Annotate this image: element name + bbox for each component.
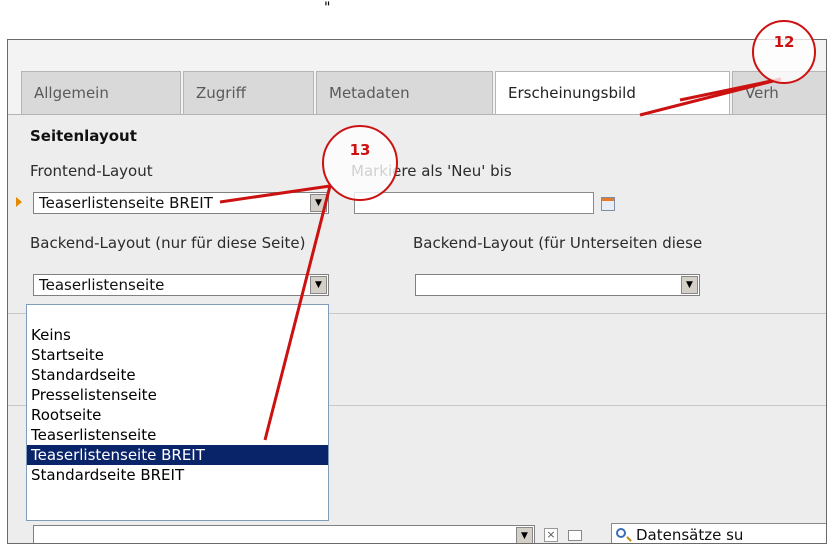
tab-metadaten[interactable]: Metadaten <box>316 71 493 115</box>
tab-bar: Allgemein Zugriff Metadaten Erscheinungs… <box>8 40 826 116</box>
clear-icon[interactable]: × <box>544 528 558 542</box>
changed-marker-icon <box>16 197 22 207</box>
search-icon <box>616 528 626 538</box>
new-until-date-input[interactable] <box>354 192 594 214</box>
callout-13: 13 <box>322 125 398 201</box>
calendar-icon[interactable] <box>601 197 615 211</box>
dropdown-option[interactable]: Startseite <box>27 345 328 365</box>
backend-layout-dropdown-list: Keins Startseite Standardseite Presselis… <box>26 304 329 521</box>
tab-zugriff[interactable]: Zugriff <box>183 71 314 115</box>
callout-12: 12 <box>752 20 816 84</box>
dropdown-option[interactable]: Keins <box>27 325 328 345</box>
callout-13-label: 13 <box>349 141 371 159</box>
backend-layout-page-label: Backend-Layout (nur für diese Seite) <box>30 234 306 252</box>
chevron-down-icon[interactable]: ▼ <box>310 276 327 294</box>
chevron-down-icon[interactable]: ▼ <box>516 527 533 543</box>
chevron-down-icon[interactable]: ▼ <box>681 276 698 294</box>
dropdown-option[interactable]: Teaserlistenseite <box>27 425 328 445</box>
backend-layout-subpages-label: Backend-Layout (für Unterseiten diese <box>413 234 703 252</box>
dropdown-option[interactable]: Rootseite <box>27 405 328 425</box>
callout-12-label: 12 <box>773 33 795 51</box>
dropdown-option[interactable]: Presselistenseite <box>27 385 328 405</box>
tab-erscheinungsbild[interactable]: Erscheinungsbild <box>495 71 730 116</box>
frontend-layout-select[interactable]: Teaserlistenseite BREIT ▼ <box>33 192 329 214</box>
quote-mark: " <box>324 0 331 16</box>
folder-icon[interactable] <box>568 530 582 541</box>
dropdown-option[interactable]: Standardseite <box>27 365 328 385</box>
dropdown-option[interactable]: Standardseite BREIT <box>27 465 328 485</box>
backend-layout-page-select[interactable]: Teaserlistenseite ▼ <box>33 274 329 296</box>
frontend-layout-value: Teaserlistenseite BREIT <box>39 194 213 212</box>
dropdown-option-selected[interactable]: Teaserlistenseite BREIT <box>27 445 328 465</box>
chevron-down-icon[interactable]: ▼ <box>310 194 327 212</box>
bottom-select[interactable]: ▼ <box>33 525 535 543</box>
backend-layout-subpages-select[interactable]: ▼ <box>415 274 700 296</box>
search-records-label: Datensätze su <box>636 526 744 544</box>
backend-layout-page-value: Teaserlistenseite <box>39 276 165 294</box>
tab-allgemein[interactable]: Allgemein <box>21 71 181 115</box>
section-title: Seitenlayout <box>30 127 137 145</box>
search-records-field[interactable]: Datensätze su <box>611 523 826 544</box>
frontend-layout-label: Frontend-Layout <box>30 162 153 180</box>
